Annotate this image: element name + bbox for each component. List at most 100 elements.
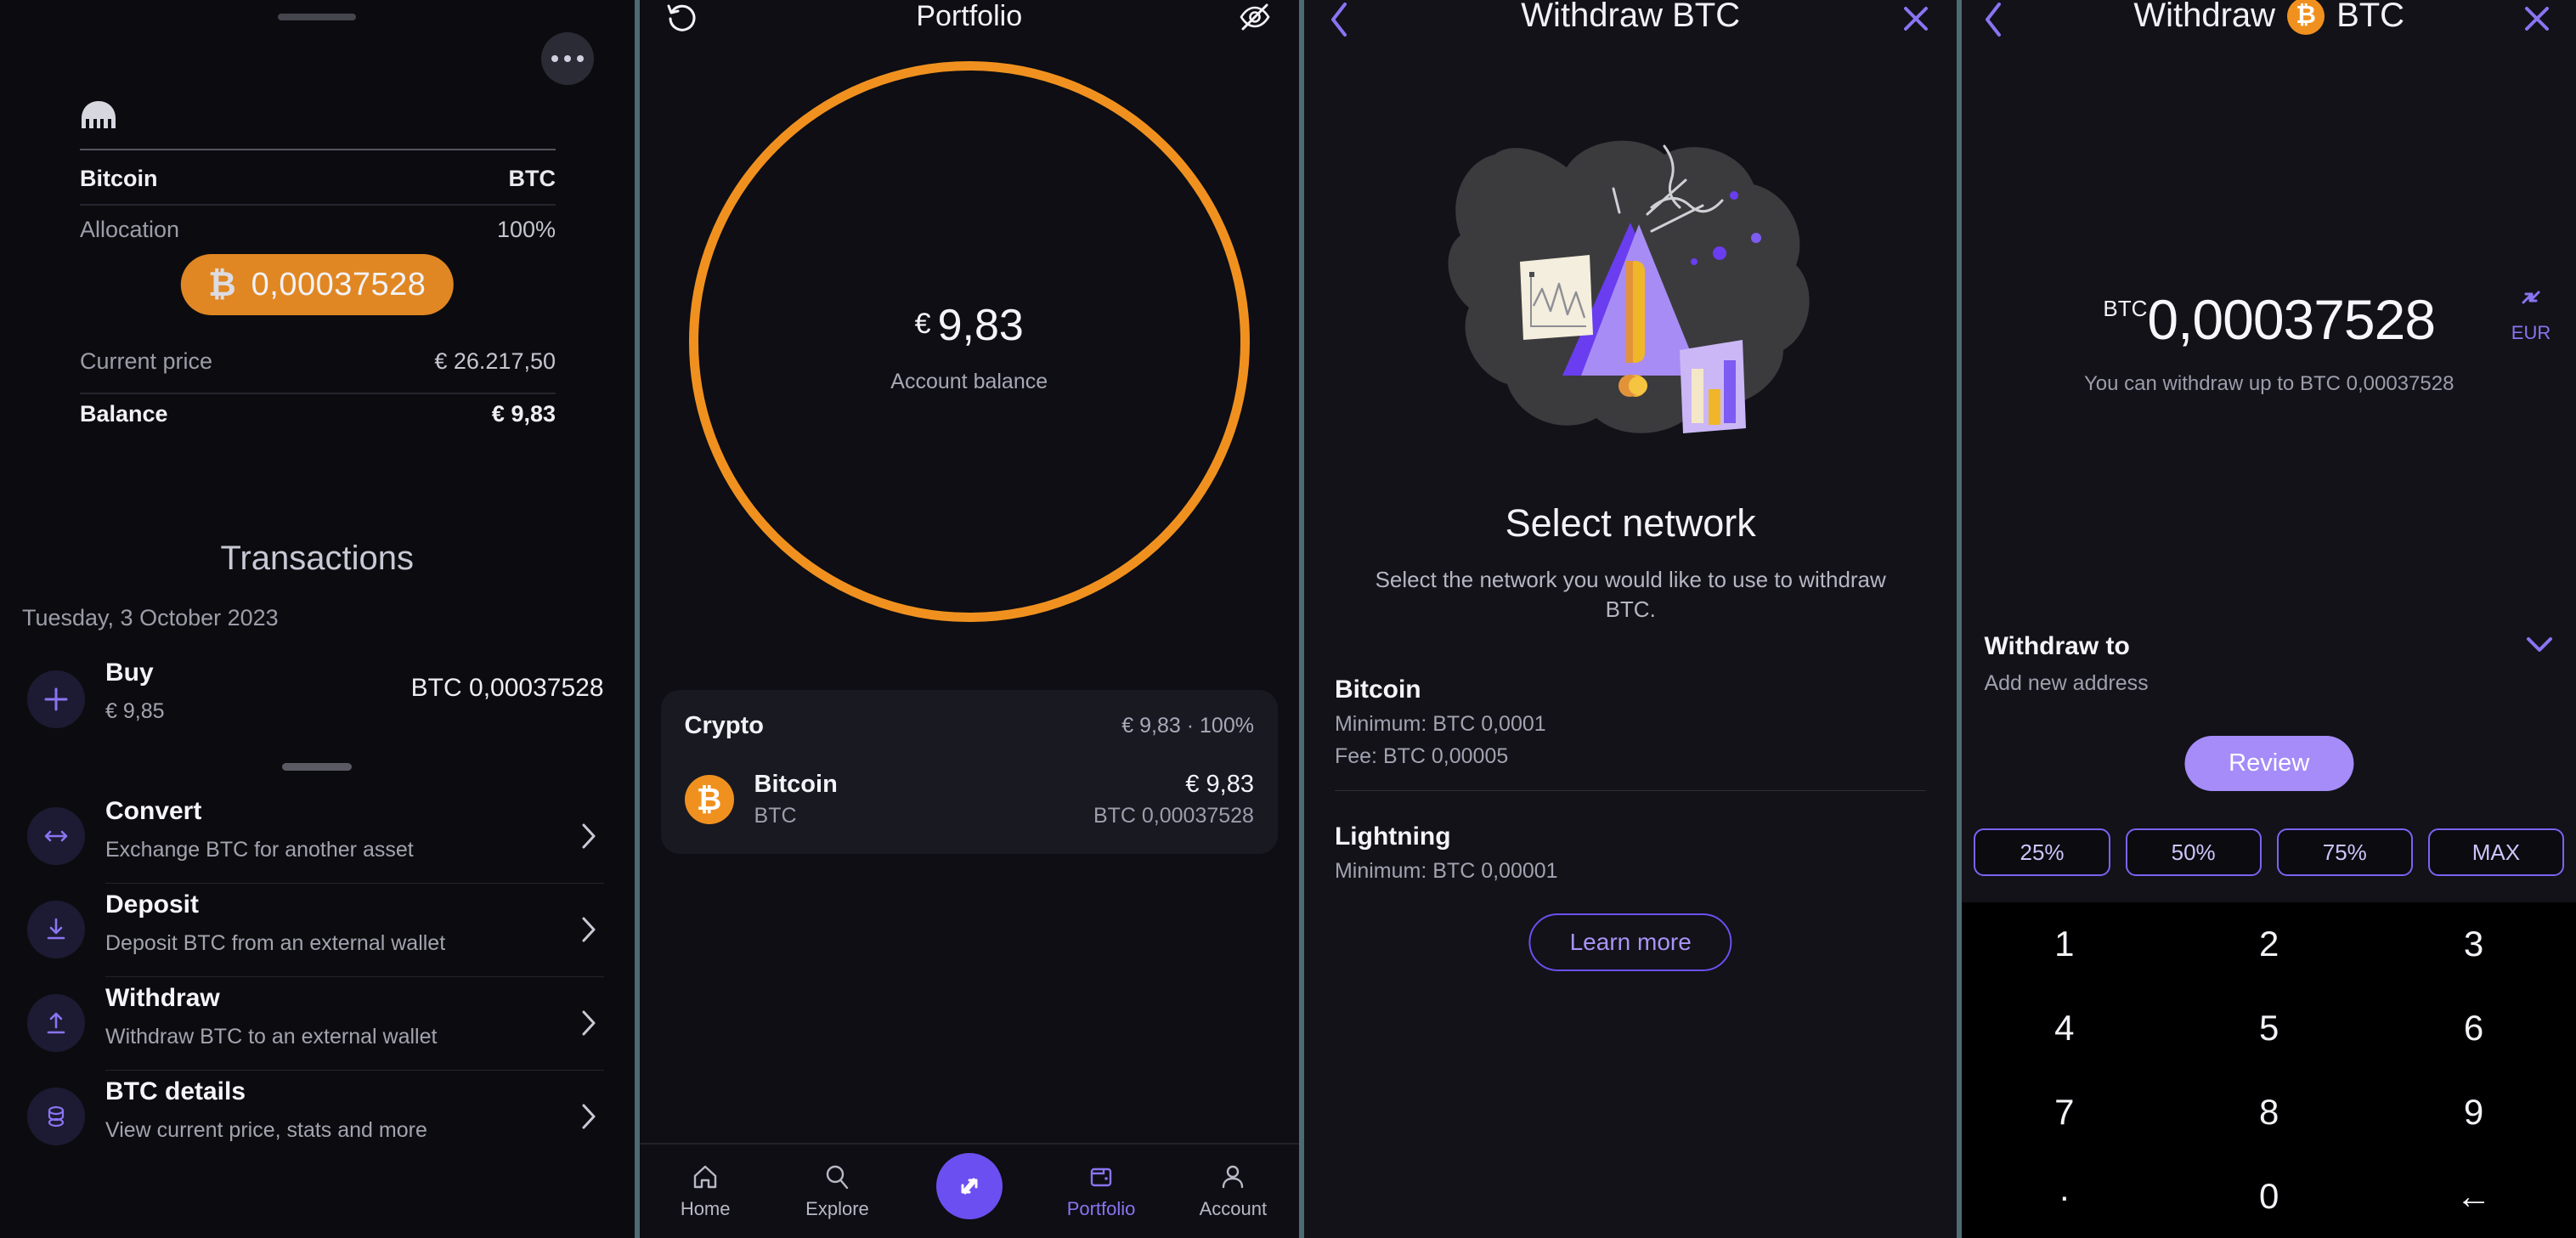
percent-chip-max[interactable]: MAX — [2427, 828, 2564, 876]
chevron-down-icon[interactable] — [2525, 636, 2554, 659]
select-network-heading: Select network — [1505, 501, 1756, 545]
current-price-value: € 26.217,50 — [434, 348, 556, 374]
key-4[interactable]: 4 — [1962, 986, 2166, 1071]
action-row-deposit[interactable]: Deposit Deposit BTC from an external wal… — [0, 884, 635, 977]
bitcoin-coin-icon: ₿ — [2287, 0, 2325, 35]
sheet-grabber[interactable] — [278, 14, 357, 20]
action-title: Deposit — [105, 890, 200, 919]
select-network-subtext: Select the network you would like to use… — [1375, 567, 1886, 623]
trade-arrows-icon[interactable] — [935, 1153, 1003, 1219]
convert-arrows-icon — [27, 807, 85, 865]
withdraw-to-title: Withdraw to — [1984, 632, 2130, 660]
percent-chip-row: 25% 50% 75% MAX — [1962, 828, 2576, 876]
bottom-navigation: Home Explore Portfolio Account — [639, 1143, 1299, 1238]
network-name: Lightning — [1334, 823, 1451, 851]
holding-row-bitcoin[interactable]: ₿ Bitcoin BTC € 9,83 BTC 0,00037528 — [684, 771, 1254, 828]
portfolio-icon — [1090, 1167, 1112, 1187]
portfolio-header: Portfolio — [640, 0, 1299, 53]
transaction-subtitle: € 9,85 — [105, 699, 165, 723]
eye-off-icon[interactable] — [1238, 0, 1272, 38]
bottom-sheet-grabber[interactable] — [282, 763, 353, 771]
numeric-keypad: 1 2 3 4 5 6 7 8 9 · 0 ← — [1962, 902, 2576, 1238]
key-backspace[interactable]: ← — [2371, 1154, 2576, 1238]
network-option-bitcoin[interactable]: Bitcoin Minimum: BTC 0,0001 Fee: BTC 0,0… — [1335, 676, 1926, 769]
kraken-logo-icon — [80, 100, 117, 129]
title-text-after: BTC — [2336, 0, 2405, 34]
crypto-holdings-card[interactable]: Crypto € 9,83 · 100% ₿ Bitcoin BTC € 9,8… — [660, 690, 1278, 854]
action-title: Convert — [105, 797, 202, 825]
page-title: Portfolio — [916, 0, 1023, 32]
coins-icon — [27, 1088, 85, 1145]
withdraw-amount-header: Withdraw ₿ BTC — [1962, 0, 2576, 56]
screenshot-stage: Bitcoin BTC Allocation 100% ₿ 0,00037528… — [0, 0, 2576, 1238]
network-option-lightning[interactable]: Lightning Minimum: BTC 0,00001 — [1335, 823, 1926, 884]
btc-amount-pill[interactable]: ₿ 0,00037528 — [181, 254, 454, 315]
arrow-down-icon — [27, 901, 85, 958]
arrow-up-icon — [27, 994, 85, 1052]
key-1[interactable]: 1 — [1962, 902, 2166, 986]
swap-currency-icon — [2522, 291, 2540, 304]
action-title: Withdraw — [105, 984, 220, 1012]
key-decimal[interactable]: · — [1962, 1154, 2166, 1238]
card-heading: Crypto — [684, 712, 764, 739]
more-options-icon[interactable] — [540, 32, 594, 85]
holding-ticker: BTC — [754, 804, 797, 828]
key-2[interactable]: 2 — [2166, 902, 2371, 986]
percent-chip-25[interactable]: 25% — [1974, 828, 2110, 876]
key-8[interactable]: 8 — [2166, 1071, 2371, 1155]
balance-number: 9,83 — [937, 301, 1024, 350]
review-button[interactable]: Review — [2184, 736, 2354, 791]
nav-item-explore[interactable]: Explore — [771, 1145, 903, 1238]
network-name: Bitcoin — [1334, 676, 1421, 704]
row-allocation: Allocation 100% — [80, 217, 556, 243]
btc-amount-value: 0,00037528 — [251, 266, 427, 302]
action-row-btc-details[interactable]: BTC details View current price, stats an… — [0, 1071, 635, 1164]
nav-label-explore: Explore — [805, 1198, 869, 1219]
chevron-right-icon — [580, 916, 597, 947]
panel-portfolio: Portfolio €9,83 Account balance Crypto €… — [639, 0, 1299, 1238]
action-subtitle: Exchange BTC for another asset — [105, 838, 414, 862]
transactions-heading: Transactions — [220, 540, 415, 577]
close-icon[interactable] — [2520, 2, 2554, 40]
percent-chip-50[interactable]: 50% — [2125, 828, 2262, 876]
divider-2 — [80, 393, 556, 394]
amount-display[interactable]: BTC0,00037528 — [1962, 287, 2576, 352]
action-title: BTC details — [105, 1077, 246, 1105]
page-title: Withdraw BTC — [1521, 0, 1741, 34]
key-0[interactable]: 0 — [2166, 1154, 2371, 1238]
nav-item-trade[interactable] — [903, 1145, 1035, 1238]
key-7[interactable]: 7 — [1962, 1071, 2166, 1155]
asset-name-label: Bitcoin — [80, 166, 158, 191]
balance-label: Balance — [80, 401, 168, 427]
withdraw-to-subtitle: Add new address — [1984, 671, 2149, 695]
key-3[interactable]: 3 — [2371, 902, 2576, 986]
key-6[interactable]: 6 — [2371, 986, 2576, 1071]
holding-crypto-value: BTC 0,00037528 — [1093, 804, 1254, 828]
key-9[interactable]: 9 — [2371, 1071, 2576, 1155]
action-row-withdraw[interactable]: Withdraw Withdraw BTC to an external wal… — [0, 977, 635, 1071]
percent-chip-75[interactable]: 75% — [2276, 828, 2413, 876]
close-icon[interactable] — [1899, 2, 1933, 40]
page-title: Withdraw ₿ BTC — [1962, 0, 2576, 35]
amount-ticker: BTC — [2103, 296, 2148, 321]
portfolio-donut-chart: €9,83 Account balance — [688, 61, 1250, 622]
card-header: Crypto € 9,83 · 100% — [685, 712, 1254, 740]
key-5[interactable]: 5 — [2166, 986, 2371, 1071]
chevron-right-icon — [580, 1103, 597, 1134]
nav-item-portfolio[interactable]: Portfolio — [1035, 1145, 1167, 1238]
action-row-convert[interactable]: Convert Exchange BTC for another asset — [0, 790, 635, 884]
transaction-row[interactable]: Buy € 9,85 BTC 0,00037528 — [0, 659, 635, 740]
switch-currency-label: EUR — [2511, 322, 2551, 343]
nav-label-portfolio: Portfolio — [1066, 1198, 1136, 1219]
chevron-right-icon — [580, 823, 597, 854]
account-balance-label: Account balance — [890, 370, 1048, 393]
network-minimum: Minimum: BTC 0,0001 — [1334, 712, 1546, 736]
warning-triangle-charts-illustration — [1367, 95, 1894, 478]
learn-more-button[interactable]: Learn more — [1528, 913, 1732, 971]
nav-label-account: Account — [1199, 1198, 1268, 1219]
currency-switch-button[interactable]: EUR — [2501, 289, 2561, 344]
nav-item-account[interactable]: Account — [1167, 1145, 1299, 1238]
holding-names: Bitcoin BTC — [754, 771, 838, 828]
search-icon — [827, 1165, 849, 1190]
nav-item-home[interactable]: Home — [640, 1145, 771, 1238]
